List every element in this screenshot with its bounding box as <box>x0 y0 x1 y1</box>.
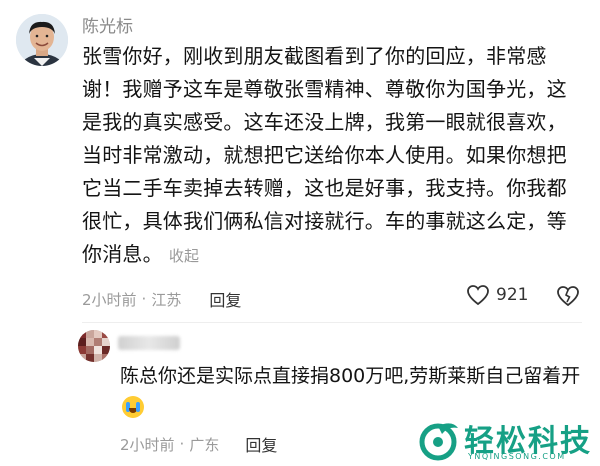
watermark-logo-icon <box>419 423 458 461</box>
comment-meta: 2小时前 · 江苏 回复 <box>82 287 241 311</box>
divider <box>82 322 582 323</box>
comment-location: 江苏 <box>151 290 182 309</box>
collapse-link[interactable]: 收起 <box>169 247 199 265</box>
comment-time: 2小时前 <box>82 290 137 309</box>
like-button[interactable]: 921 <box>466 284 528 306</box>
reply-button[interactable]: 回复 <box>209 287 241 311</box>
site-watermark: 轻松科技 YNQINGSONG.COM <box>416 418 600 466</box>
tears-of-joy-emoji-icon <box>122 396 144 418</box>
reply-body: 陈总你还是实际点直接捐800万吧,劳斯莱斯自己留着开 <box>120 360 590 424</box>
comment-text: 张雪你好，刚收到朋友截图看到了你的回应，非常感谢！我赠予这车是尊敬张雪精神、尊敬… <box>82 44 567 266</box>
reply-author-name-blurred <box>118 336 180 350</box>
reply-location: 广东 <box>189 435 220 454</box>
reply-time: 2小时前 <box>120 435 175 454</box>
broken-heart-icon[interactable] <box>556 285 580 311</box>
watermark-url: YNQINGSONG.COM <box>468 452 566 461</box>
like-count: 921 <box>496 285 529 305</box>
reply-meta: 2小时前 · 广东 回复 <box>120 432 277 456</box>
reply-avatar[interactable] <box>78 330 110 362</box>
reply-text: 陈总你还是实际点直接捐800万吧,劳斯莱斯自己留着开 <box>120 365 581 387</box>
author-name[interactable]: 陈光标 <box>82 12 133 37</box>
comment-body: 张雪你好，刚收到朋友截图看到了你的回应，非常感谢！我赠予这车是尊敬张雪精神、尊敬… <box>82 40 582 273</box>
heart-icon <box>467 285 489 306</box>
author-avatar[interactable] <box>16 14 68 66</box>
meta-separator: · <box>141 290 147 308</box>
meta-separator: · <box>179 435 185 453</box>
reply-reply-button[interactable]: 回复 <box>245 432 277 456</box>
